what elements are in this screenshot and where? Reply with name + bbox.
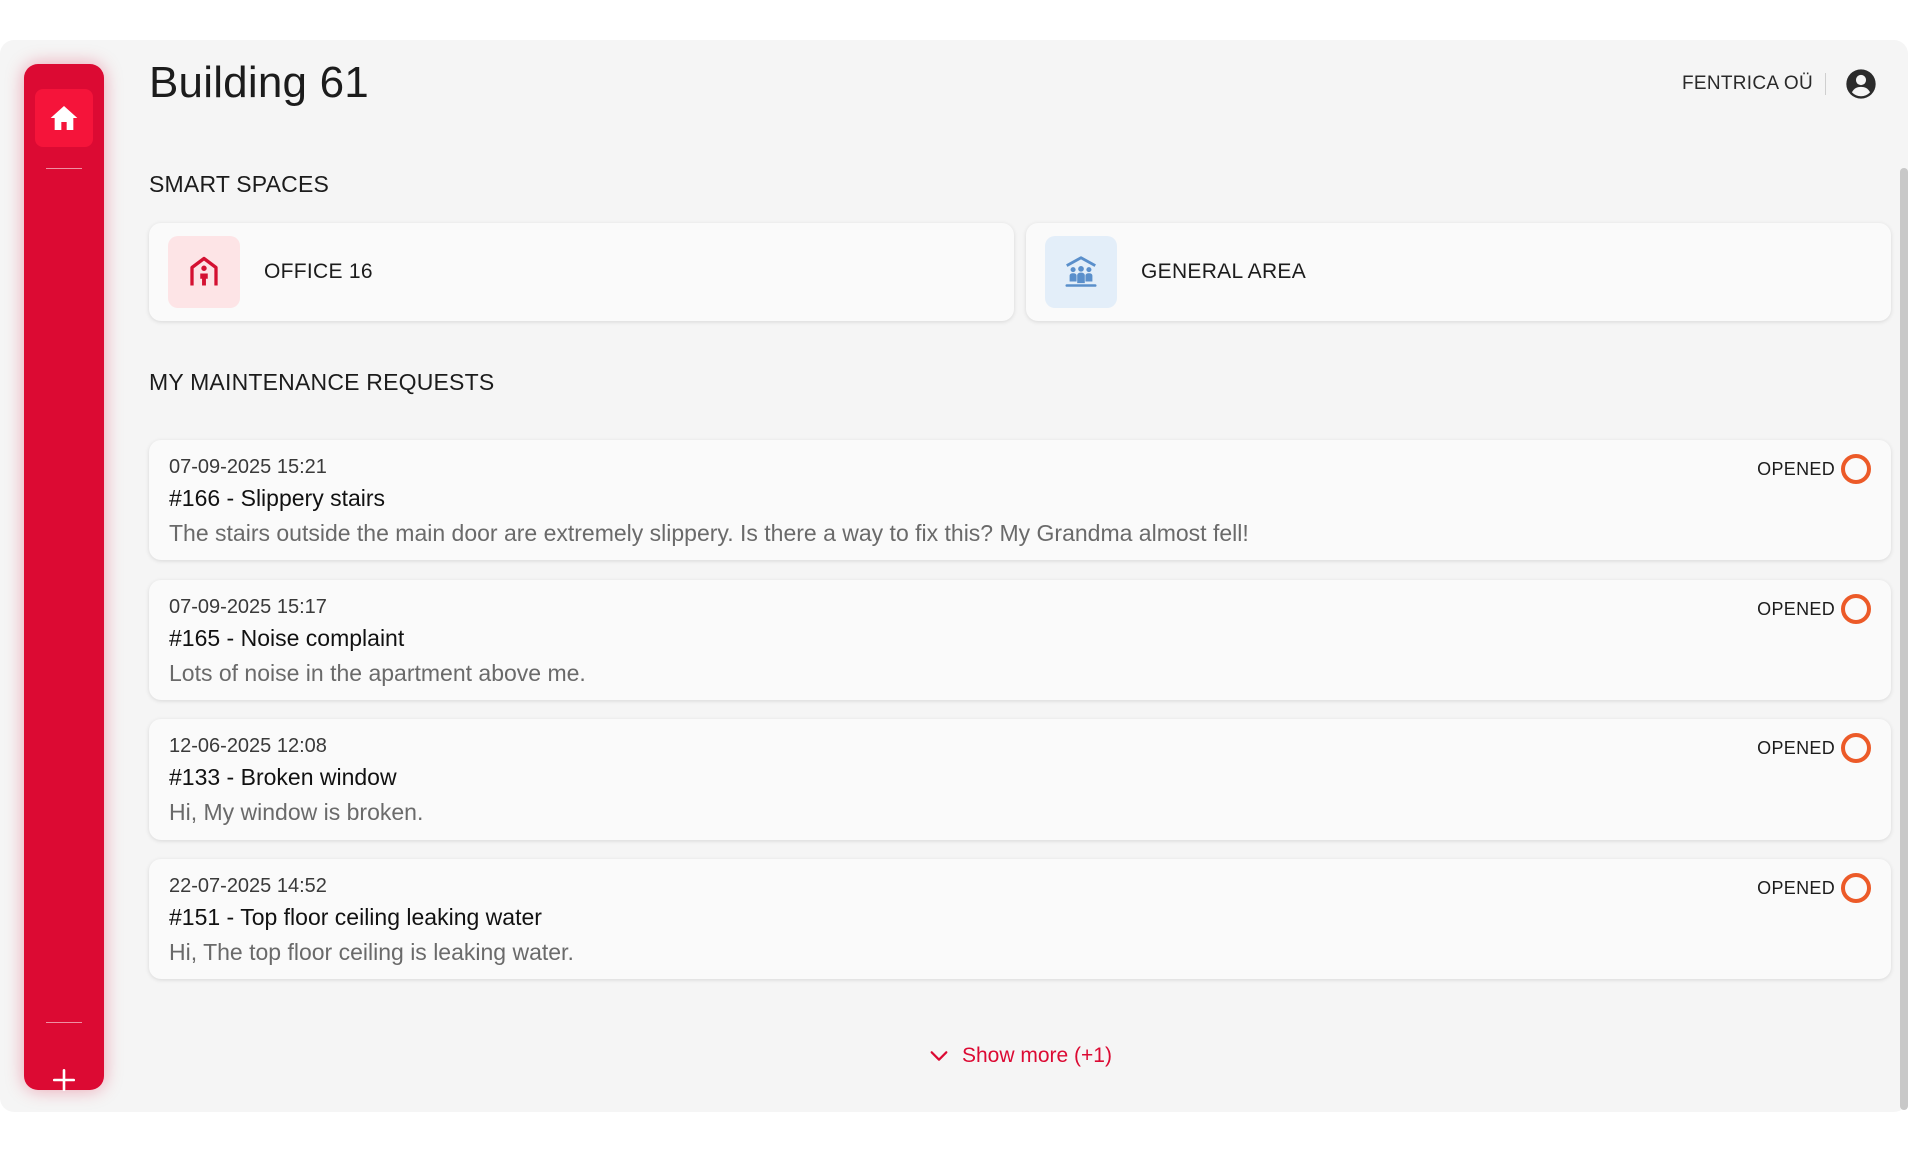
space-icon-box bbox=[168, 236, 240, 308]
request-description: The stairs outside the main door are ext… bbox=[169, 520, 1249, 546]
page-title: Building 61 bbox=[149, 58, 369, 107]
request-title: #165 - Noise complaint bbox=[169, 625, 405, 651]
status-ring-icon bbox=[1841, 454, 1871, 484]
status-ring-icon bbox=[1841, 873, 1871, 903]
status-label: OPENED bbox=[1757, 458, 1835, 479]
status-label: OPENED bbox=[1757, 737, 1835, 758]
status-ring-icon bbox=[1841, 594, 1871, 624]
space-label: OFFICE 16 bbox=[264, 260, 373, 283]
home-button[interactable] bbox=[35, 89, 93, 147]
show-more-label: Show more (+1) bbox=[962, 1044, 1112, 1067]
space-card-general-area[interactable]: GENERAL AREA bbox=[1026, 223, 1891, 321]
request-status: OPENED bbox=[1757, 873, 1871, 903]
smart-spaces-heading: SMART SPACES bbox=[149, 171, 330, 197]
request-description: Hi, My window is broken. bbox=[169, 799, 424, 825]
space-icon-box bbox=[1045, 236, 1117, 308]
status-ring-icon bbox=[1841, 733, 1871, 763]
request-status: OPENED bbox=[1757, 594, 1871, 624]
home-icon bbox=[50, 106, 78, 130]
app-frame: Building 61 FENTRICA OÜ SMART SPACES OFF… bbox=[0, 40, 1908, 1112]
request-title: #133 - Broken window bbox=[169, 764, 397, 790]
status-label: OPENED bbox=[1757, 598, 1835, 619]
request-date: 07-09-2025 15:21 bbox=[169, 456, 327, 478]
maintenance-request-card[interactable]: 07-09-2025 15:17 #165 - Noise complaint … bbox=[149, 580, 1891, 700]
account-button[interactable] bbox=[1844, 67, 1878, 101]
maintenance-heading: MY MAINTENANCE REQUESTS bbox=[149, 369, 495, 395]
request-description: Lots of noise in the apartment above me. bbox=[169, 660, 586, 686]
plus-icon bbox=[52, 1068, 76, 1092]
chevron-down-icon bbox=[930, 1051, 948, 1061]
status-label: OPENED bbox=[1757, 877, 1835, 898]
show-more-button[interactable]: Show more (+1) bbox=[928, 1044, 1112, 1068]
door-person-icon bbox=[190, 256, 218, 286]
add-button[interactable] bbox=[46, 1062, 82, 1098]
organization-name: FENTRICA OÜ bbox=[1682, 73, 1826, 95]
space-card-office[interactable]: OFFICE 16 bbox=[149, 223, 1014, 321]
request-status: OPENED bbox=[1757, 454, 1871, 484]
request-date: 12-06-2025 12:08 bbox=[169, 735, 327, 757]
request-description: Hi, The top floor ceiling is leaking wat… bbox=[169, 939, 574, 965]
account-circle-icon bbox=[1846, 69, 1876, 99]
side-rail bbox=[24, 64, 104, 1092]
rail-divider-bottom bbox=[46, 1022, 82, 1023]
page-scrollbar[interactable] bbox=[1900, 168, 1908, 1110]
maintenance-request-card[interactable]: 12-06-2025 12:08 #133 - Broken window Hi… bbox=[149, 719, 1891, 840]
request-title: #166 - Slippery stairs bbox=[169, 485, 386, 511]
request-date: 22-07-2025 14:52 bbox=[169, 875, 327, 897]
space-label: GENERAL AREA bbox=[1141, 260, 1307, 283]
request-title: #151 - Top floor ceiling leaking water bbox=[169, 904, 542, 930]
maintenance-request-card[interactable]: 22-07-2025 14:52 #151 - Top floor ceilin… bbox=[149, 859, 1891, 979]
maintenance-request-card[interactable]: 07-09-2025 15:21 #166 - Slippery stairs … bbox=[149, 440, 1891, 560]
request-status: OPENED bbox=[1757, 733, 1871, 763]
header-account-area: FENTRICA OÜ bbox=[1682, 66, 1878, 102]
request-date: 07-09-2025 15:17 bbox=[169, 596, 327, 618]
people-group-icon bbox=[1065, 256, 1097, 287]
rail-divider-top bbox=[46, 168, 82, 169]
